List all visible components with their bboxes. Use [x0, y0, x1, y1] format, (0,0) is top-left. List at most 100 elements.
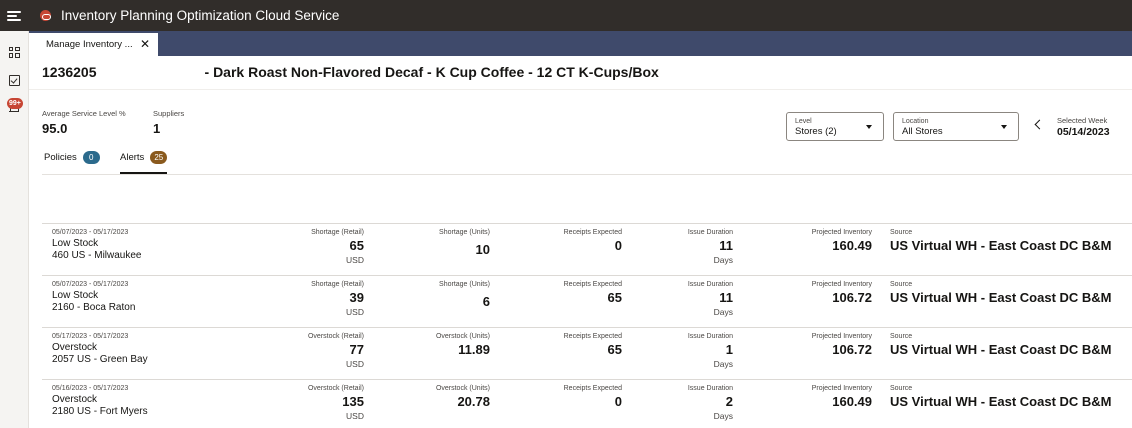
cell-label: Shortage (Retail): [311, 281, 364, 288]
selected-week: Selected Week 05/14/2023: [1057, 116, 1110, 138]
issue-duration-cell: Issue Duration 11 Days: [663, 229, 733, 265]
cell-label: Receipts Expected: [563, 385, 622, 392]
cell-label: Issue Duration: [687, 385, 733, 392]
cell-value: 106.72: [832, 290, 872, 305]
cell-unit: USD: [346, 307, 364, 317]
tab-policies[interactable]: Policies 0: [44, 151, 100, 174]
chevron-down-icon: [1001, 125, 1007, 129]
cell-label: Receipts Expected: [563, 281, 622, 288]
alert-location: 460 US - Milwaukee: [52, 250, 142, 261]
cell-value: 2: [725, 394, 733, 409]
suppliers-metric: Suppliers 1: [153, 109, 184, 136]
hamburger-menu-icon[interactable]: [7, 10, 21, 21]
tab-alerts-label: Alerts: [120, 152, 145, 163]
cell-value: 0: [614, 394, 622, 409]
tab-manage-inventory[interactable]: Manage Inventory ... ✕: [29, 33, 158, 56]
cell-value: US Virtual WH - East Coast DC B&M: [890, 342, 1112, 357]
cell-label: Projected Inventory: [811, 333, 872, 340]
alerts-count-badge: 25: [150, 151, 168, 164]
cell-label: Source: [890, 333, 913, 340]
service-level-label: Average Service Level %: [42, 109, 126, 118]
alert-type: Overstock: [52, 342, 98, 353]
alert-row[interactable]: 05/17/2023 - 05/17/2023 Overstock 2057 U…: [42, 328, 1132, 380]
cell-value: 65: [349, 238, 364, 253]
notification-badge: 99+: [7, 98, 23, 109]
alert-dates: 05/07/2023 - 05/17/2023: [52, 229, 129, 236]
cell-label: Issue Duration: [687, 333, 733, 340]
cell-unit: Days: [713, 255, 733, 265]
tab-policies-label: Policies: [44, 152, 77, 163]
suppliers-label: Suppliers: [153, 109, 185, 118]
alert-type: Low Stock: [52, 238, 99, 249]
page-title: 1236205 - Dark Roast Non-Flavored Decaf …: [42, 64, 659, 80]
cell-label: Overstock (Units): [435, 333, 490, 340]
cell-value: 160.49: [832, 394, 872, 409]
product-id: 1236205: [42, 64, 97, 80]
cell-label: Shortage (Retail): [311, 229, 364, 236]
cell-value: 65: [607, 290, 622, 305]
source-cell: Source US Virtual WH - East Coast DC B&M: [890, 385, 1112, 409]
cell-value: 11.89: [458, 342, 490, 357]
cell-unit: USD: [346, 255, 364, 265]
projected-inventory-cell: Projected Inventory 106.72: [782, 281, 872, 305]
projected-inventory-cell: Projected Inventory 160.49: [782, 385, 872, 409]
projected-inventory-cell: Projected Inventory 106.72: [782, 333, 872, 357]
tab-divider: [42, 174, 1132, 175]
alert-location: 2057 US - Green Bay: [52, 354, 148, 365]
cell-label: Projected Inventory: [811, 229, 872, 236]
suppliers-value: 1: [153, 121, 161, 136]
shortage-retail-cell: Shortage (Retail) 39 USD: [284, 281, 364, 317]
cell-label: Issue Duration: [687, 229, 733, 236]
cell-label: Projected Inventory: [811, 281, 872, 288]
location-select[interactable]: Location All Stores: [893, 112, 1019, 141]
alert-type: Low Stock: [52, 290, 99, 301]
cell-value: 77: [349, 342, 364, 357]
cell-value: 11: [719, 238, 733, 253]
cell-value: 1: [725, 342, 733, 357]
cell-unit: USD: [346, 411, 364, 421]
close-tab-icon[interactable]: ✕: [140, 37, 150, 51]
cell-value: 39: [349, 290, 364, 305]
issue-duration-cell: Issue Duration 1 Days: [663, 333, 733, 369]
cell-value: 20.78: [457, 394, 490, 409]
alert-row[interactable]: 05/16/2023 - 05/17/2023 Overstock 2180 U…: [42, 380, 1132, 428]
cell-value: 160.49: [832, 238, 872, 253]
shortage-retail-cell: Shortage (Retail) 65 USD: [284, 229, 364, 265]
alert-row[interactable]: 05/07/2023 - 05/17/2023 Low Stock 460 US…: [42, 224, 1132, 276]
alert-location: 2160 - Boca Raton: [52, 302, 136, 313]
cell-value: 10: [475, 242, 490, 257]
cell-label: Source: [890, 281, 913, 288]
cell-label: Projected Inventory: [811, 385, 872, 392]
cell-value: 65: [607, 342, 622, 357]
cell-unit: Days: [713, 359, 733, 369]
receipts-cell: Receipts Expected 65: [542, 281, 622, 305]
selected-week-label: Selected Week: [1057, 116, 1108, 125]
location-select-value: All Stores: [902, 126, 943, 137]
receipts-cell: Receipts Expected 65: [542, 333, 622, 357]
alert-dates: 05/17/2023 - 05/17/2023: [52, 333, 129, 340]
cell-label: Overstock (Units): [435, 385, 490, 392]
cell-value: 0: [614, 238, 622, 253]
issue-duration-cell: Issue Duration 11 Days: [663, 281, 733, 317]
source-cell: Source US Virtual WH - East Coast DC B&M: [890, 333, 1112, 357]
policies-count-badge: 0: [82, 151, 100, 164]
cell-value: US Virtual WH - East Coast DC B&M: [890, 394, 1112, 409]
cell-value: US Virtual WH - East Coast DC B&M: [890, 238, 1112, 253]
alert-dates: 05/07/2023 - 05/17/2023: [52, 281, 129, 288]
dashboard-grid-icon[interactable]: [5, 43, 23, 61]
tab-label: Manage Inventory ...: [46, 39, 133, 50]
cell-label: Overstock (Retail): [307, 333, 364, 340]
level-select-value: Stores (2): [795, 126, 837, 137]
overstock-retail-cell: Overstock (Retail) 135 USD: [284, 385, 364, 421]
tab-alerts[interactable]: Alerts 25: [120, 151, 168, 174]
cell-value: US Virtual WH - East Coast DC B&M: [890, 290, 1112, 305]
cell-label: Shortage (Units): [439, 281, 490, 288]
alert-info: 05/07/2023 - 05/17/2023 Low Stock 2160 -…: [52, 281, 135, 313]
level-select[interactable]: Level Stores (2): [786, 112, 884, 141]
issue-duration-cell: Issue Duration 2 Days: [663, 385, 733, 421]
alert-info: 05/17/2023 - 05/17/2023 Overstock 2057 U…: [52, 333, 148, 365]
overstock-units-cell: Overstock (Units) 11.89: [420, 333, 490, 357]
alert-row[interactable]: 05/07/2023 - 05/17/2023 Low Stock 2160 -…: [42, 276, 1132, 328]
tasks-icon[interactable]: [5, 71, 23, 89]
product-name: - Dark Roast Non-Flavored Decaf - K Cup …: [204, 64, 659, 80]
